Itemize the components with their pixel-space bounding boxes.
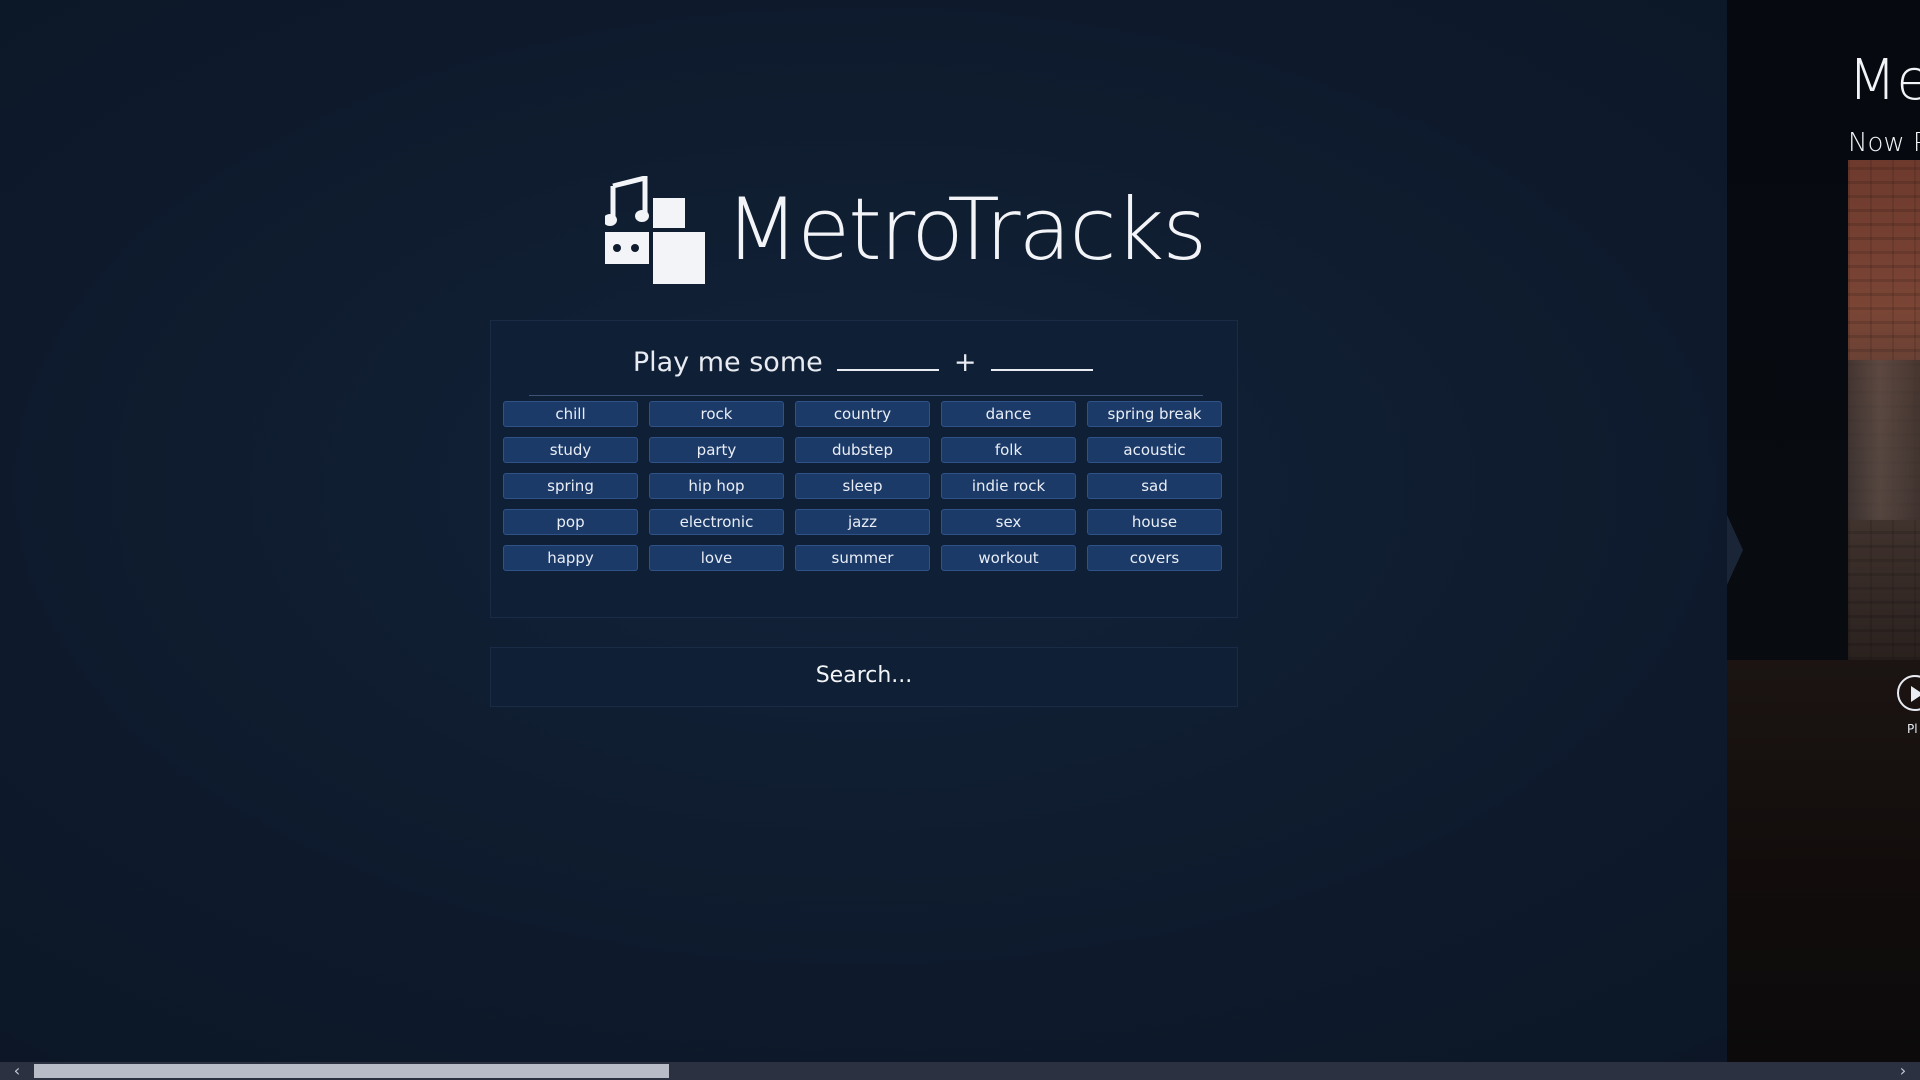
tag-button[interactable]: dance [941, 401, 1076, 427]
app-logo: MetroTracks [605, 175, 1207, 285]
tag-button[interactable]: rock [649, 401, 784, 427]
prompt-row: Play me some + [529, 343, 1203, 396]
tag-button[interactable]: chill [503, 401, 638, 427]
background-image [1727, 660, 1920, 1080]
tag-button[interactable]: indie rock [941, 473, 1076, 499]
tag-button[interactable]: spring break [1087, 401, 1222, 427]
scroll-thumb[interactable] [34, 1064, 669, 1078]
tag-grid: chill rock country dance spring break st… [503, 401, 1227, 571]
tag-button[interactable]: acoustic [1087, 437, 1222, 463]
tag-button[interactable]: study [503, 437, 638, 463]
tag-button[interactable]: jazz [795, 509, 930, 535]
tag-panel: Play me some + chill rock country dance … [490, 320, 1238, 618]
second-tag-slot[interactable] [991, 345, 1094, 371]
tag-button[interactable]: sad [1087, 473, 1222, 499]
tag-button[interactable]: hip hop [649, 473, 784, 499]
tag-button[interactable]: party [649, 437, 784, 463]
tag-button[interactable]: love [649, 545, 784, 571]
tag-button[interactable]: covers [1087, 545, 1222, 571]
tag-button[interactable]: dubstep [795, 437, 930, 463]
tag-button[interactable]: pop [503, 509, 638, 535]
first-tag-slot[interactable] [837, 345, 940, 371]
app-window: MetroTracks Play me some + chill rock co… [0, 0, 1920, 1080]
search-button[interactable]: Search... [490, 647, 1238, 707]
tag-button[interactable]: electronic [649, 509, 784, 535]
panel-title: Me [1848, 48, 1920, 113]
tag-button[interactable]: sex [941, 509, 1076, 535]
tag-button[interactable]: workout [941, 545, 1076, 571]
tag-button[interactable]: happy [503, 545, 638, 571]
tag-button[interactable]: sleep [795, 473, 930, 499]
music-note-blocks-icon [605, 176, 705, 284]
now-playing-heading: Now P [1848, 128, 1920, 158]
scroll-right-icon[interactable]: › [1886, 1062, 1920, 1080]
play-label: Pl [1907, 722, 1918, 736]
prompt-plus: + [953, 347, 977, 378]
tag-button[interactable]: country [795, 401, 930, 427]
panel-arrow-icon [1727, 515, 1743, 585]
now-playing-panel: Me Now P Pl [1727, 0, 1920, 1080]
tag-button[interactable]: summer [795, 545, 930, 571]
app-title: MetroTracks [725, 180, 1207, 280]
horizontal-scrollbar[interactable]: ‹ › [0, 1062, 1920, 1080]
tag-button[interactable]: folk [941, 437, 1076, 463]
tag-button[interactable]: spring [503, 473, 638, 499]
prompt-text: Play me some [632, 347, 823, 378]
album-art-detail [1848, 360, 1920, 520]
scroll-left-icon[interactable]: ‹ [0, 1062, 34, 1080]
tag-button[interactable]: house [1087, 509, 1222, 535]
